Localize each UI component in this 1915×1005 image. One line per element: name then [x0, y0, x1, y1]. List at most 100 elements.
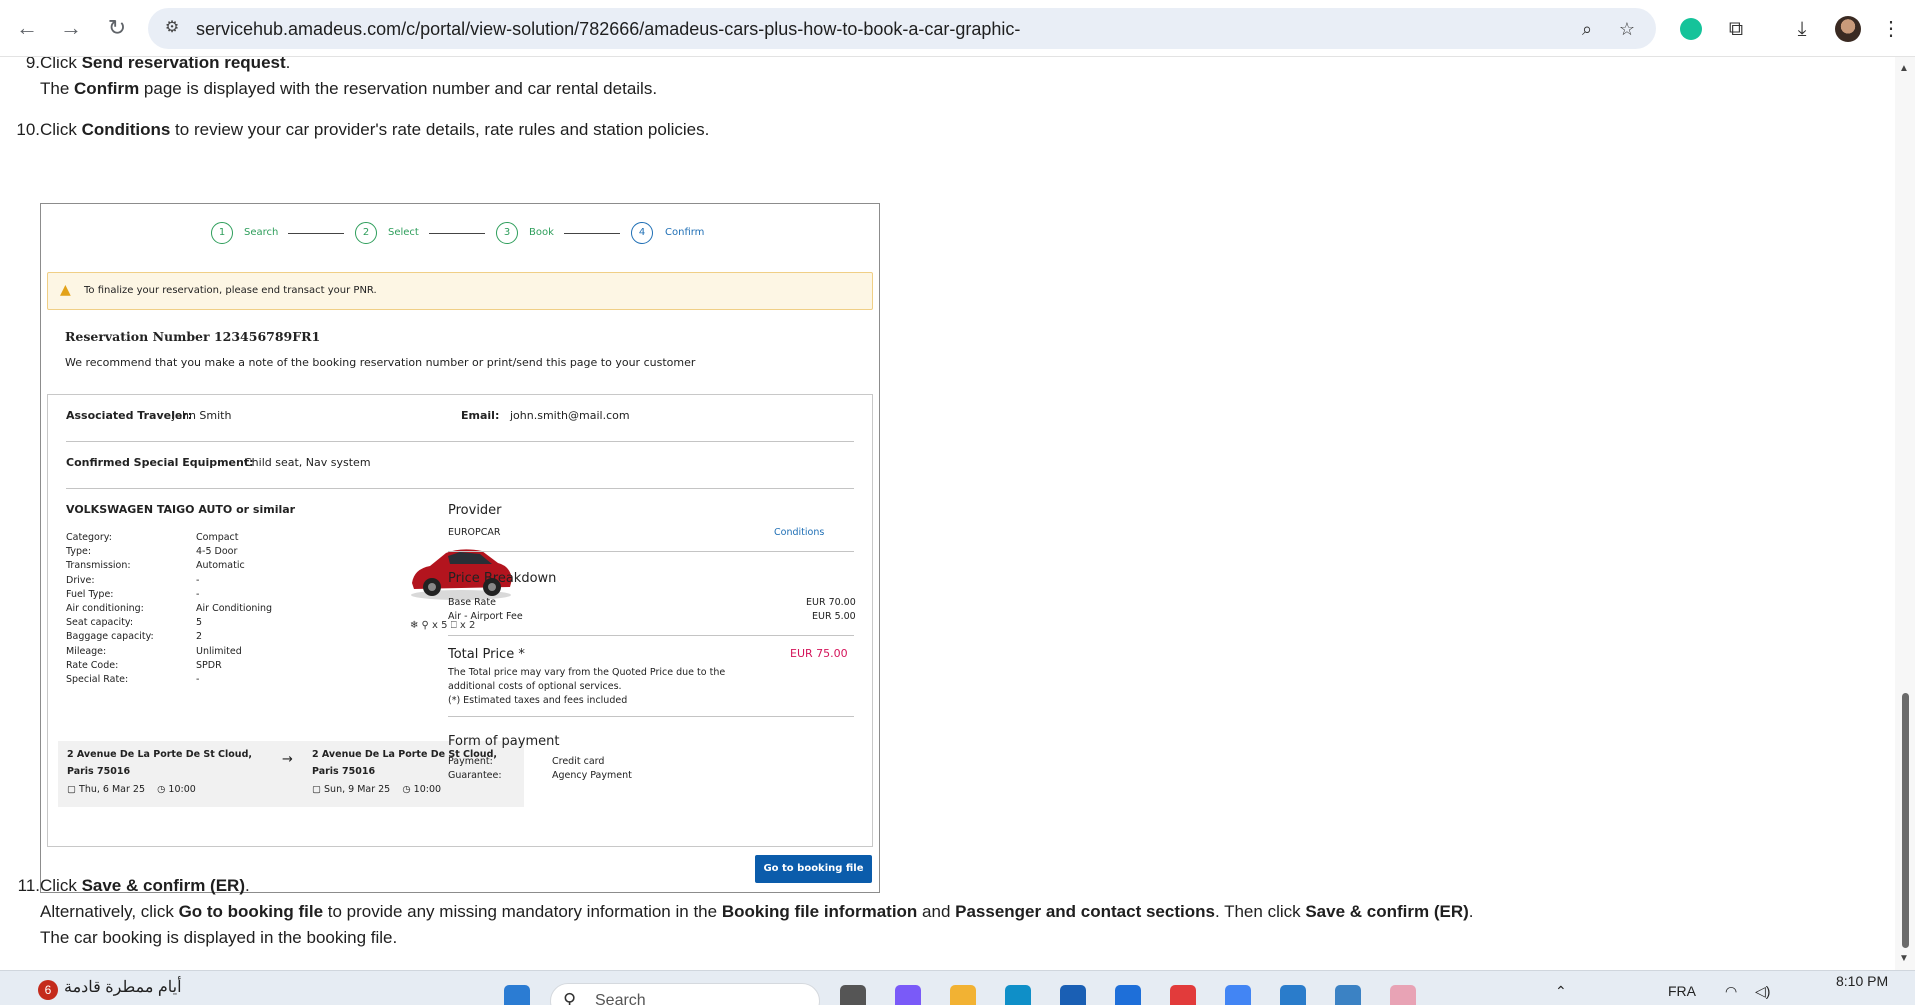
page-content: 9. Click Send reservation request. The C… [16, 57, 1474, 947]
clock-icon: ◷ [157, 784, 166, 795]
profile-avatar[interactable] [1835, 16, 1861, 42]
stepper-label-search: Search [244, 227, 279, 238]
copilot-icon[interactable] [895, 985, 921, 1005]
confirm-page-graphic: 1 Search 2 Select 3 Book 4 Confirm ▲ To … [40, 203, 880, 893]
stepper-circle-2: 2 [355, 222, 377, 244]
weather-badge: 6 [38, 980, 58, 1000]
calendar-icon: ▢ [312, 784, 321, 795]
divider [448, 551, 854, 552]
scroll-down-icon[interactable]: ▼ [1899, 953, 1909, 964]
step-11-alternative: Alternatively, click Go to booking file … [40, 902, 1474, 921]
base-rate-value: EUR 70.00 [806, 597, 856, 608]
wifi-icon[interactable]: ◠ [1725, 983, 1737, 1000]
spec-value: - [196, 574, 200, 586]
airport-fee-value: EUR 5.00 [812, 611, 856, 622]
pnr-alert: ▲ To finalize your reservation, please e… [47, 272, 873, 310]
page-scrollbar[interactable]: ▲ ▼ [1895, 57, 1915, 970]
spec-label: Special Rate: [66, 674, 129, 685]
extensions-icon[interactable]: ⧉ [1723, 16, 1749, 42]
traveler-email: john.smith@mail.com [510, 409, 630, 422]
store-icon[interactable] [1060, 985, 1086, 1005]
site-info-icon[interactable]: ⚙ [162, 18, 182, 38]
tray-chevron-icon[interactable]: ⌃ [1555, 983, 1567, 1000]
spec-value: 4-5 Door [196, 546, 238, 558]
price-breakdown-title: Price Breakdown [448, 571, 557, 586]
divider [448, 716, 854, 717]
chrome-icon[interactable] [1225, 985, 1251, 1005]
spec-label: Fuel Type: [66, 588, 114, 600]
stepper-connector [429, 233, 485, 234]
total-price-value: EUR 75.00 [790, 647, 848, 660]
calendar-icon: ▢ [67, 784, 76, 795]
pickup-address: 2 Avenue De La Porte De St Cloud, Paris … [67, 749, 252, 777]
app-icon[interactable] [1115, 985, 1141, 1005]
clock-icon: ◷ [402, 784, 411, 795]
reload-icon[interactable]: ↻ [104, 15, 130, 41]
spec-value: Automatic [196, 560, 245, 572]
spec-value: Unlimited [196, 645, 242, 657]
payment-value: Credit card [552, 756, 605, 767]
divider [66, 441, 854, 442]
start-icon[interactable] [504, 985, 530, 1005]
spec-label: Category: [66, 532, 112, 543]
stepper-label-confirm: Confirm [665, 227, 705, 238]
search-icon: ⚲ [563, 990, 577, 1005]
stepper-label-select: Select [388, 227, 419, 238]
vscode-icon[interactable] [1280, 985, 1306, 1005]
spec-value: Air Conditioning [196, 603, 273, 614]
spec-label: Drive: [66, 574, 95, 586]
scroll-thumb[interactable] [1902, 693, 1909, 948]
car-image [411, 549, 512, 600]
task-view-icon[interactable] [840, 985, 866, 1005]
taskbar-search[interactable]: ⚲ Search [550, 983, 820, 1005]
provider-title: Provider [448, 503, 502, 518]
scroll-up-icon[interactable]: ▲ [1899, 63, 1909, 74]
spec-label: Baggage capacity: [66, 631, 154, 643]
provider-name: EUROPCAR [448, 527, 501, 538]
divider [448, 635, 854, 636]
total-price-label: Total Price * [448, 647, 525, 662]
spec-value: SPDR [196, 659, 222, 671]
reservation-number: Reservation Number 123456789FR1 [65, 329, 321, 344]
back-icon[interactable]: ← [14, 15, 40, 41]
forward-icon[interactable]: → [58, 15, 84, 41]
weather-widget[interactable]: أيام ممطرة قادمة [64, 977, 182, 997]
spec-value: 5 [196, 617, 203, 629]
spec-label: Seat capacity: [66, 617, 134, 629]
url-text[interactable]: servicehub.amadeus.com/c/portal/view-sol… [196, 19, 1020, 40]
booking-details-card: Associated Traveler: John Smith Email: j… [47, 394, 873, 847]
warning-icon: ▲ [60, 282, 71, 298]
stepper-label-book: Book [529, 227, 554, 238]
stepper-connector [564, 233, 620, 234]
browser-toolbar: ← → ↻ ⚙ servicehub.amadeus.com/c/portal/… [0, 0, 1915, 57]
guarantee-value: Agency Payment [552, 770, 632, 781]
spec-value: Compact [196, 532, 239, 543]
language-indicator[interactable]: FRA [1668, 983, 1696, 999]
file-explorer-icon[interactable] [950, 985, 976, 1005]
zoom-icon[interactable]: ⌕ [1576, 18, 1598, 40]
bookmark-star-icon[interactable]: ☆ [1616, 18, 1638, 40]
conditions-link[interactable]: Conditions [774, 527, 824, 538]
volume-icon[interactable]: ◁) [1755, 983, 1770, 1000]
clock-time[interactable]: 8:10 PM [1836, 973, 1888, 989]
edge-icon[interactable] [1005, 985, 1031, 1005]
spec-label: Transmission: [66, 560, 131, 572]
spec-value: 2 [196, 631, 203, 643]
stepper-circle-1: 1 [211, 222, 233, 244]
grammarly-extension-icon[interactable] [1680, 18, 1702, 40]
opera-icon[interactable] [1170, 985, 1196, 1005]
pickup-datetime: ▢ Thu, 6 Mar 25 ◷ 10:00 [67, 784, 196, 795]
download-icon[interactable]: ⤓ [1789, 16, 1815, 42]
menu-kebab-icon[interactable]: ⋮ [1878, 16, 1904, 42]
windows-taskbar: 6 أيام ممطرة قادمة ⚲ Search ⌃ FRA ◠ ◁) 8… [0, 970, 1915, 1005]
special-equipment: Child seat, Nav system [244, 456, 371, 469]
address-bar[interactable]: ⚙ servicehub.amadeus.com/c/portal/view-s… [148, 8, 1656, 49]
stepper-connector [288, 233, 344, 234]
go-to-booking-file-button[interactable]: Go to booking file [755, 855, 872, 883]
spec-value: - [196, 674, 200, 685]
spec-label: Type: [66, 546, 92, 558]
stepper-circle-3: 3 [496, 222, 518, 244]
notepad-icon[interactable] [1335, 985, 1361, 1005]
recommend-text: We recommend that you make a note of the… [65, 356, 696, 369]
snipping-tool-icon[interactable] [1390, 985, 1416, 1005]
